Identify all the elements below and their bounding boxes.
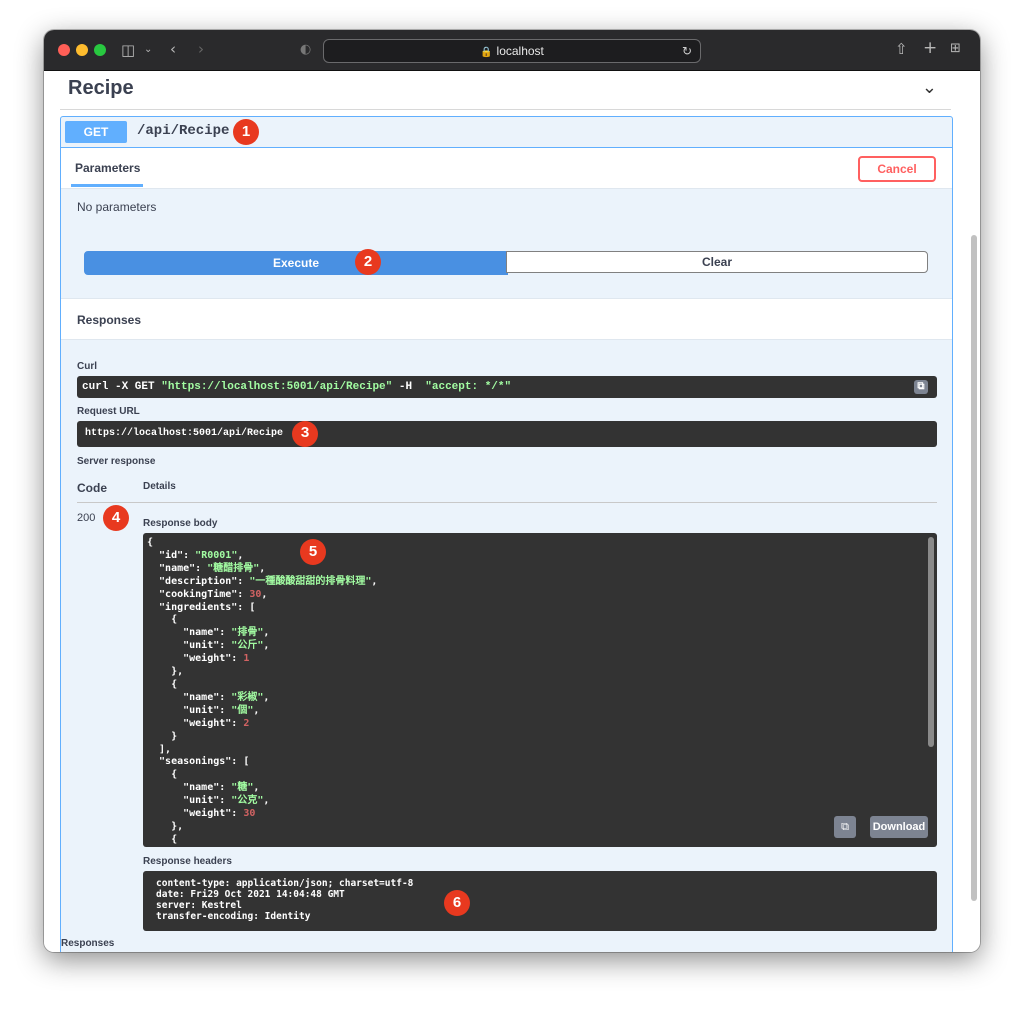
- tab-overview-icon[interactable]: ⊞: [950, 41, 961, 57]
- annotation-badge-2: 2: [355, 249, 381, 275]
- details-column-header: Details: [143, 481, 176, 492]
- sidebar-icon[interactable]: ◫: [121, 42, 135, 58]
- section-title: Recipe: [68, 77, 134, 99]
- response-body-scroll-thumb[interactable]: [928, 537, 934, 747]
- close-window-button[interactable]: [58, 44, 70, 56]
- annotation-badge-6: 6: [444, 890, 470, 916]
- execute-button[interactable]: Execute: [84, 251, 508, 275]
- curl-label: Curl: [77, 361, 97, 372]
- response-body-scrollbar[interactable]: [928, 537, 934, 843]
- server-response-label: Server response: [77, 456, 156, 467]
- tab-parameters[interactable]: Parameters: [75, 161, 140, 175]
- execute-button-group: Execute Clear 2: [84, 249, 928, 275]
- annotation-badge-4: 4: [103, 505, 129, 531]
- responses-header: Responses: [61, 298, 952, 340]
- collapse-chevron-icon[interactable]: ⌄: [922, 77, 937, 98]
- operation-summary[interactable]: GET /api/Recipe 1: [61, 117, 952, 148]
- parameters-tabbar: Parameters Cancel: [61, 148, 952, 189]
- bottom-responses-label: Responses: [61, 938, 115, 949]
- response-body-label: Response body: [143, 518, 218, 529]
- operation-path: /api/Recipe: [137, 123, 230, 139]
- http-method-badge: GET: [65, 121, 127, 143]
- copy-response-icon[interactable]: ⧉: [834, 816, 856, 838]
- back-icon[interactable]: ‹: [170, 41, 176, 57]
- responses-heading: Responses: [77, 313, 142, 327]
- clear-button[interactable]: Clear: [506, 251, 928, 273]
- chevron-down-icon[interactable]: ⌄: [144, 42, 152, 58]
- annotation-badge-3: 3: [292, 421, 318, 447]
- tag-section-header[interactable]: Recipe ⌄: [60, 71, 951, 110]
- forward-icon[interactable]: ›: [198, 41, 204, 57]
- response-headers-box: content-type: application/json; charset=…: [143, 871, 937, 931]
- share-icon[interactable]: ⇧: [895, 41, 908, 57]
- response-body-code: { "id": "R0001", "name": "糖醋排骨", "descri…: [147, 537, 378, 845]
- operation-block: GET /api/Recipe 1 Parameters Cancel No p…: [60, 116, 953, 952]
- request-url: https://localhost:5001/api/Recipe: [85, 428, 284, 439]
- zoom-window-button[interactable]: [94, 44, 106, 56]
- response-code: 200: [77, 512, 96, 524]
- download-button[interactable]: Download: [870, 816, 928, 838]
- no-parameters-text: No parameters: [77, 200, 157, 214]
- page-scrollbar[interactable]: [971, 235, 977, 901]
- tab-active-indicator: [71, 184, 143, 187]
- request-url-box: https://localhost:5001/api/Recipe 3: [77, 421, 937, 447]
- copy-curl-icon[interactable]: ⧉: [914, 380, 928, 394]
- address-bar[interactable]: 🔒 localhost ↻: [323, 39, 701, 63]
- code-column-header: Code: [77, 481, 107, 495]
- response-body-box[interactable]: { "id": "R0001", "name": "糖醋排骨", "descri…: [143, 533, 937, 847]
- table-divider: [77, 502, 937, 503]
- cancel-button[interactable]: Cancel: [858, 156, 936, 182]
- request-url-label: Request URL: [77, 406, 140, 417]
- new-tab-icon[interactable]: +: [923, 40, 937, 57]
- minimize-window-button[interactable]: [76, 44, 88, 56]
- response-headers-label: Response headers: [143, 856, 232, 867]
- privacy-shield-icon[interactable]: ◐: [300, 42, 311, 58]
- address-text: localhost: [496, 44, 544, 58]
- lock-icon: 🔒: [480, 47, 493, 58]
- annotation-badge-5: 5: [300, 539, 326, 565]
- annotation-badge-1: 1: [233, 119, 259, 145]
- reload-icon[interactable]: ↻: [682, 40, 692, 62]
- page-content: Recipe ⌄ GET /api/Recipe 1 Parameters Ca…: [44, 71, 980, 952]
- curl-command: curl -X GET "https://localhost:5001/api/…: [82, 381, 512, 393]
- browser-titlebar: ◫ ⌄ ‹ › ◐ 🔒 localhost ↻ ⇧ + ⊞: [44, 30, 980, 71]
- response-headers-text: content-type: application/json; charset=…: [156, 878, 414, 922]
- curl-command-box: curl -X GET "https://localhost:5001/api/…: [77, 376, 937, 398]
- browser-window: ◫ ⌄ ‹ › ◐ 🔒 localhost ↻ ⇧ + ⊞ Recipe ⌄ GE…: [44, 30, 980, 952]
